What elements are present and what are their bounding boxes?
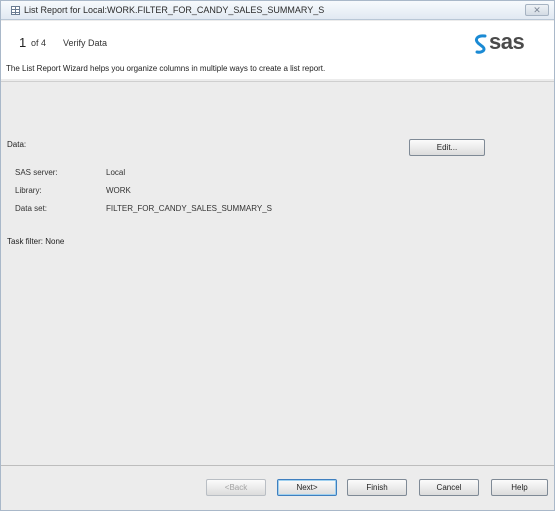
back-button[interactable]: <Back — [206, 479, 266, 496]
title-bar: List Report for Local:WORK.FILTER_FOR_CA… — [1, 1, 554, 20]
step-number: 1 — [19, 35, 27, 50]
cancel-button[interactable]: Cancel — [419, 479, 479, 496]
library-label: Library: — [15, 186, 42, 195]
data-label: Data: — [7, 140, 27, 149]
sas-server-value: Local — [106, 168, 126, 177]
step-count: of 4 — [31, 38, 47, 48]
step-title: Verify Data — [63, 38, 108, 48]
help-button[interactable]: Help — [491, 479, 548, 496]
content-area: Data: Edit... SAS server: Local Library:… — [1, 82, 554, 465]
task-filter-text: Task filter: None — [7, 237, 65, 246]
table-icon — [11, 6, 20, 15]
next-button[interactable]: Next> — [277, 479, 337, 496]
data-set-label: Data set: — [15, 204, 48, 213]
sas-server-label: SAS server: — [15, 168, 58, 177]
sas-wordmark: sas — [489, 29, 525, 54]
list-report-wizard-window: List Report for Local:WORK.FILTER_FOR_CA… — [0, 0, 555, 511]
wizard-description: The List Report Wizard helps you organiz… — [6, 64, 326, 73]
window-title: List Report for Local:WORK.FILTER_FOR_CA… — [24, 5, 325, 15]
library-value: WORK — [106, 186, 131, 195]
description-bar: The List Report Wizard helps you organiz… — [1, 59, 554, 79]
edit-button[interactable]: Edit... — [409, 139, 485, 156]
close-button[interactable]: ✕ — [525, 4, 549, 16]
sas-swirl-icon — [474, 34, 487, 54]
data-set-value: FILTER_FOR_CANDY_SALES_SUMMARY_S — [106, 204, 272, 213]
finish-button[interactable]: Finish — [347, 479, 407, 496]
footer-divider — [1, 465, 554, 466]
sas-logo: sas — [472, 29, 546, 57]
